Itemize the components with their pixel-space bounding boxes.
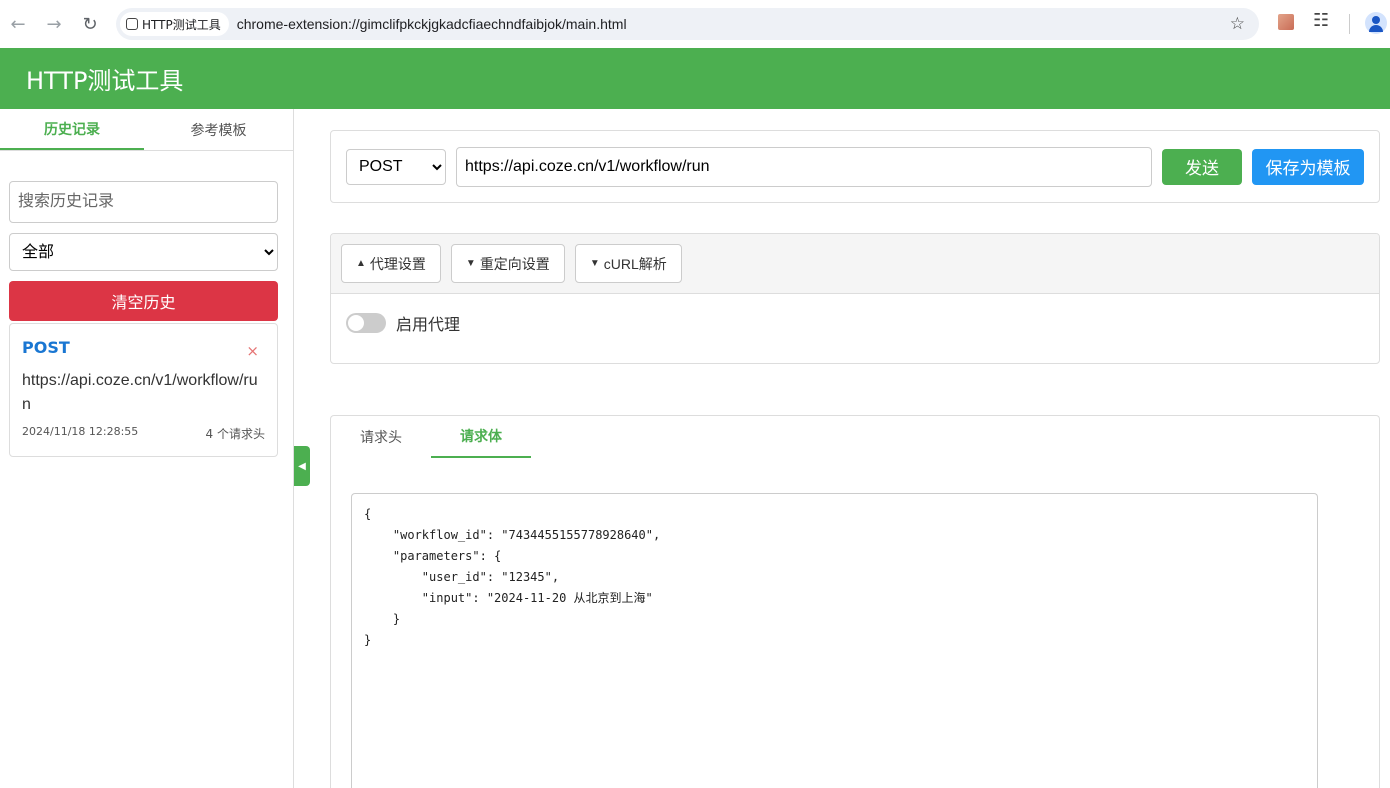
history-item[interactable]: POST × https://api.coze.cn/v1/workflow/r…: [9, 323, 278, 457]
settings-tabs: ▲ 代理设置 ▼ 重定向设置 ▼ cURL解析: [331, 234, 1379, 294]
bookmark-star-icon[interactable]: ☆: [1230, 14, 1245, 34]
profile-icon[interactable]: [1365, 12, 1387, 34]
extension-avatar-icon[interactable]: [1278, 14, 1294, 30]
expand-down-icon: ▼: [465, 258, 476, 269]
proxy-row: 启用代理: [331, 294, 1379, 352]
history-meta: 2024/11/18 12:28:55 4 个请求头: [22, 425, 265, 442]
settings-panel: ▲ 代理设置 ▼ 重定向设置 ▼ cURL解析 启用代理: [330, 233, 1380, 364]
sidebar-content: 全部 清空历史 POST × https://api.coze.cn/v1/wo…: [0, 151, 293, 457]
sidebar-tabs: 历史记录 参考模板: [0, 109, 293, 151]
back-icon[interactable]: ←: [0, 6, 36, 42]
curl-parse-label: cURL解析: [603, 255, 667, 272]
history-header-count: 4 个请求头: [205, 427, 265, 441]
history-filter-select[interactable]: 全部: [9, 233, 278, 271]
site-info-chip[interactable]: HTTP测试工具: [120, 12, 229, 36]
proxy-toggle[interactable]: [346, 313, 386, 333]
address-bar[interactable]: HTTP测试工具 chrome-extension://gimclifpkckj…: [116, 8, 1259, 40]
history-method: POST: [22, 338, 70, 357]
redirect-settings-button[interactable]: ▼ 重定向设置: [450, 244, 565, 283]
extensions-puzzle-icon[interactable]: ☷: [1313, 10, 1329, 31]
history-url: https://api.coze.cn/v1/workflow/run: [22, 372, 258, 413]
forward-icon[interactable]: →: [36, 6, 72, 42]
save-template-button[interactable]: 保存为模板: [1252, 148, 1364, 185]
request-body-editor[interactable]: { "workflow_id": "7434455155778928640", …: [351, 493, 1318, 788]
proxy-toggle-label: 启用代理: [396, 315, 461, 334]
proxy-settings-button[interactable]: ▲ 代理设置: [341, 244, 441, 283]
app-header: HTTP测试工具: [0, 48, 1390, 109]
tab-body[interactable]: 请求体: [431, 416, 531, 458]
site-chip-label: HTTP测试工具: [142, 17, 221, 32]
url-text[interactable]: chrome-extension://gimclifpkckjgkadcfiae…: [237, 16, 627, 32]
proxy-settings-label: 代理设置: [369, 255, 426, 272]
toolbar-divider: [1349, 14, 1350, 34]
curl-parse-button[interactable]: ▼ cURL解析: [574, 244, 682, 283]
method-select[interactable]: POST: [346, 148, 446, 185]
redirect-settings-label: 重定向设置: [479, 255, 550, 272]
app-title: HTTP测试工具: [26, 67, 184, 95]
main-panel: POST 发送 保存为模板 ▲ 代理设置 ▼ 重定向设置 ▼ cURL解析: [294, 109, 1390, 788]
tab-headers[interactable]: 请求头: [331, 416, 431, 458]
collapse-up-icon: ▲: [356, 258, 366, 269]
history-time: 2024/11/18 12:28:55: [22, 425, 139, 438]
history-search-input[interactable]: [9, 181, 278, 223]
request-tabs: 请求头 请求体: [331, 416, 1379, 458]
tab-templates[interactable]: 参考模板: [144, 109, 293, 150]
clear-history-button[interactable]: 清空历史: [9, 281, 278, 321]
extension-icon: [126, 18, 138, 30]
delete-history-icon[interactable]: ×: [246, 342, 259, 360]
send-button[interactable]: 发送: [1162, 148, 1242, 185]
request-url-input[interactable]: [456, 146, 1152, 187]
request-bar: POST 发送 保存为模板: [330, 130, 1380, 203]
reload-icon[interactable]: ↻: [72, 6, 108, 42]
app-body: 历史记录 参考模板 全部 清空历史 POST × https://api.coz…: [0, 109, 1390, 788]
tab-history[interactable]: 历史记录: [0, 109, 144, 150]
browser-toolbar: ← → ↻ HTTP测试工具 chrome-extension://gimcli…: [0, 0, 1390, 48]
request-body-panel: 请求头 请求体 { "workflow_id": "74344551557789…: [330, 415, 1380, 788]
sidebar: 历史记录 参考模板 全部 清空历史 POST × https://api.coz…: [0, 109, 294, 788]
expand-down-icon: ▼: [589, 258, 600, 269]
